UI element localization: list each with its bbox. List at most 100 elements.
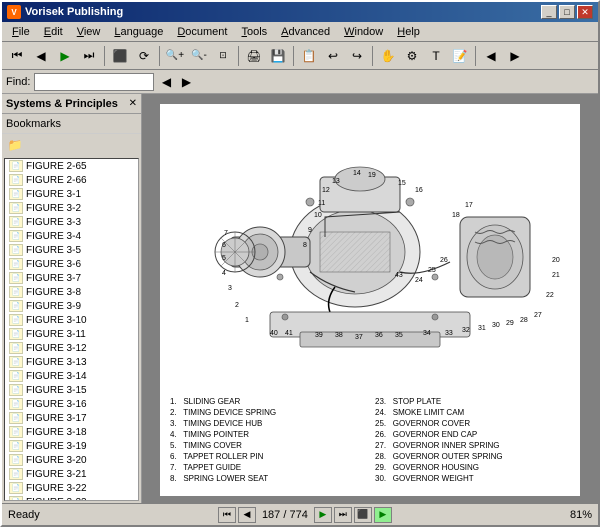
sidebar-item[interactable]: 📄FIGURE 3-20 xyxy=(5,453,138,467)
svg-text:27: 27 xyxy=(534,312,542,319)
bookmark-icon: 📄 xyxy=(9,258,23,270)
menu-view[interactable]: View xyxy=(71,25,107,39)
sidebar-item[interactable]: 📄FIGURE 3-8 xyxy=(5,285,138,299)
sidebar-item-label: FIGURE 3-2 xyxy=(26,203,81,214)
find-prev-button[interactable]: ◀ xyxy=(158,74,174,90)
menu-language[interactable]: Language xyxy=(108,25,169,39)
nav-next-button[interactable]: ▶ xyxy=(54,45,76,67)
sidebar-item-label: FIGURE 2-66 xyxy=(26,175,87,186)
sidebar-item-label: FIGURE 3-14 xyxy=(26,371,87,382)
bookmark-icon: 📄 xyxy=(9,174,23,186)
zoom-out-button[interactable]: 🔍- xyxy=(188,45,210,67)
sidebar-item[interactable]: 📄FIGURE 3-14 xyxy=(5,369,138,383)
sidebar-item[interactable]: 📄FIGURE 3-13 xyxy=(5,355,138,369)
sidebar-item[interactable]: 📄FIGURE 3-22 xyxy=(5,481,138,495)
bookmark-icon: 📄 xyxy=(9,314,23,326)
next-nav-btn2[interactable]: ▶ xyxy=(504,45,526,67)
svg-text:31: 31 xyxy=(478,325,486,332)
maximize-button[interactable]: □ xyxy=(559,5,575,19)
svg-text:14: 14 xyxy=(353,170,361,177)
sidebar-item[interactable]: 📄FIGURE 3-15 xyxy=(5,383,138,397)
minimize-button[interactable]: _ xyxy=(541,5,557,19)
menu-document[interactable]: Document xyxy=(171,25,233,39)
bookmark-icon: 📄 xyxy=(9,412,23,424)
undo-button[interactable]: ↩ xyxy=(322,45,344,67)
svg-text:13: 13 xyxy=(332,178,340,185)
sidebar-list[interactable]: 📄FIGURE 2-65📄FIGURE 2-66📄FIGURE 3-1📄FIGU… xyxy=(4,158,139,501)
sidebar-item-label: FIGURE 3-9 xyxy=(26,301,81,312)
menu-file[interactable]: File xyxy=(6,25,36,39)
redo-button[interactable]: ↪ xyxy=(346,45,368,67)
sidebar-item[interactable]: 📄FIGURE 3-11 xyxy=(5,327,138,341)
sidebar-folder-button[interactable]: 📁 xyxy=(6,137,24,153)
text-button[interactable]: T xyxy=(425,45,447,67)
zoom-in-button[interactable]: 🔍+ xyxy=(164,45,186,67)
stop-button[interactable]: ⬛ xyxy=(109,45,131,67)
sidebar-item[interactable]: 📄FIGURE 3-2 xyxy=(5,201,138,215)
status-play-button[interactable]: ▶ xyxy=(374,507,392,523)
status-next-button[interactable]: ▶ xyxy=(314,507,332,523)
menu-help[interactable]: Help xyxy=(391,25,426,39)
part-item: 2. TIMING DEVICE SPRING xyxy=(170,407,365,418)
refresh-button[interactable]: ⟳ xyxy=(133,45,155,67)
nav-first-button[interactable]: ⏮ xyxy=(6,45,28,67)
sidebar-item[interactable]: 📄FIGURE 3-5 xyxy=(5,243,138,257)
fit-button[interactable]: ⊡ xyxy=(212,45,234,67)
svg-text:36: 36 xyxy=(375,332,383,339)
bookmark-icon: 📄 xyxy=(9,272,23,284)
sidebar-tab-title: Systems & Principles xyxy=(6,98,118,110)
bookmark-icon: 📄 xyxy=(9,342,23,354)
sidebar-item[interactable]: 📄FIGURE 3-9 xyxy=(5,299,138,313)
annotate-button[interactable]: 📝 xyxy=(449,45,471,67)
print-button[interactable]: 🖨 xyxy=(243,45,265,67)
sidebar-item[interactable]: 📄FIGURE 3-7 xyxy=(5,271,138,285)
save-button[interactable]: 💾 xyxy=(267,45,289,67)
sidebar-close-button[interactable]: ✕ xyxy=(129,98,137,109)
sidebar-item-label: FIGURE 3-16 xyxy=(26,399,87,410)
menu-tools[interactable]: Tools xyxy=(235,25,273,39)
main-window: V Vorisek Publishing _ □ ✕ File Edit Vie… xyxy=(0,0,600,527)
svg-text:29: 29 xyxy=(506,320,514,327)
sidebar-item[interactable]: 📄FIGURE 3-17 xyxy=(5,411,138,425)
svg-text:4: 4 xyxy=(222,270,226,277)
nav-last-button[interactable]: ⏭ xyxy=(78,45,100,67)
content-scroll[interactable]: 14 19 13 12 11 10 9 8 7 6 5 xyxy=(142,94,598,503)
sidebar-item[interactable]: 📄FIGURE 3-6 xyxy=(5,257,138,271)
status-first-button[interactable]: ⏮ xyxy=(218,507,236,523)
menu-window[interactable]: Window xyxy=(338,25,389,39)
separator-3 xyxy=(238,46,239,66)
status-last-button[interactable]: ⏭ xyxy=(334,507,352,523)
nav-prev-button[interactable]: ◀ xyxy=(30,45,52,67)
sidebar-item[interactable]: 📄FIGURE 3-21 xyxy=(5,467,138,481)
find-input[interactable] xyxy=(34,73,154,91)
menu-edit[interactable]: Edit xyxy=(38,25,69,39)
sidebar-item[interactable]: 📄FIGURE 3-3 xyxy=(5,215,138,229)
copy-button[interactable]: 📋 xyxy=(298,45,320,67)
sidebar-item[interactable]: 📄FIGURE 2-66 xyxy=(5,173,138,187)
find-next-button[interactable]: ▶ xyxy=(178,74,194,90)
part-item: 28. GOVERNOR OUTER SPRING xyxy=(375,451,570,462)
select-button[interactable]: ⚙ xyxy=(401,45,423,67)
sidebar-item[interactable]: 📄FIGURE 3-16 xyxy=(5,397,138,411)
bookmark-icon: 📄 xyxy=(9,426,23,438)
sidebar-item[interactable]: 📄FIGURE 3-12 xyxy=(5,341,138,355)
svg-text:16: 16 xyxy=(415,187,423,194)
sidebar-item[interactable]: 📄FIGURE 2-65 xyxy=(5,159,138,173)
status-prev-button[interactable]: ◀ xyxy=(238,507,256,523)
bookmark-icon: 📄 xyxy=(9,216,23,228)
hand-button[interactable]: ✋ xyxy=(377,45,399,67)
prev-nav-btn2[interactable]: ◀ xyxy=(480,45,502,67)
app-icon: V xyxy=(7,5,21,19)
sidebar-item[interactable]: 📄FIGURE 3-10 xyxy=(5,313,138,327)
svg-text:1: 1 xyxy=(245,317,249,324)
close-button[interactable]: ✕ xyxy=(577,5,593,19)
menu-advanced[interactable]: Advanced xyxy=(275,25,336,39)
sidebar-item[interactable]: 📄FIGURE 3-1 xyxy=(5,187,138,201)
status-stop-button[interactable]: ⬛ xyxy=(354,507,372,523)
sidebar-item[interactable]: 📄FIGURE 3-19 xyxy=(5,439,138,453)
sidebar-item-label: FIGURE 3-10 xyxy=(26,315,87,326)
sidebar-item[interactable]: 📄FIGURE 3-23 xyxy=(5,495,138,501)
sidebar-item-label: FIGURE 3-13 xyxy=(26,357,87,368)
sidebar-item[interactable]: 📄FIGURE 3-4 xyxy=(5,229,138,243)
sidebar-item[interactable]: 📄FIGURE 3-18 xyxy=(5,425,138,439)
